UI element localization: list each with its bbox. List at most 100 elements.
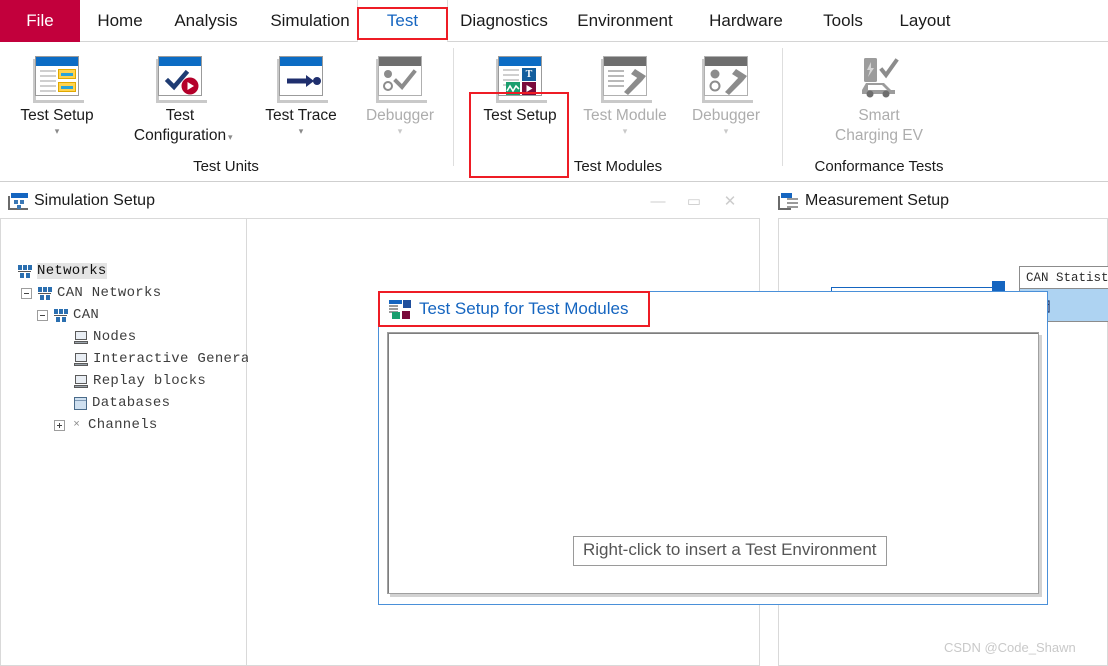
node-icon <box>74 330 88 344</box>
group-separator-2 <box>782 48 783 166</box>
menu-tab-analysis[interactable]: Analysis <box>160 0 252 42</box>
ribbon-label-test-module: Test Module <box>583 107 667 124</box>
menu-tab-test[interactable]: Test <box>357 0 448 42</box>
minimize-button[interactable]: — <box>640 184 676 218</box>
chevron-down-icon-debugger-modules: ▾ <box>723 126 729 136</box>
node-icon <box>74 352 88 366</box>
menu-tab-environment[interactable]: Environment <box>566 0 684 42</box>
tree-label: CAN <box>73 307 100 323</box>
test-setup-dialog-title-bar[interactable]: Test Setup for Test Modules <box>379 292 1047 326</box>
ribbon-button-debugger-units: Debugger ▾ <box>352 56 448 136</box>
menu-tab-layout[interactable]: Layout <box>886 0 964 42</box>
chevron-down-icon-test-setup-units[interactable]: ▾ <box>55 127 60 136</box>
ribbon-label-test-setup-units: Test Setup <box>20 107 94 124</box>
measurement-block-title: CAN Statistics <box>1020 267 1108 289</box>
tree-label: Networks <box>37 263 107 279</box>
tree-item-channels[interactable]: × Channels <box>54 415 158 435</box>
chevron-down-icon-debugger-units: ▾ <box>397 126 403 136</box>
network-icon <box>53 308 68 322</box>
test-trace-icon <box>277 56 328 103</box>
arrow-dot-glyph <box>287 75 321 87</box>
test-setup-dialog-canvas[interactable]: Right-click to insert a Test Environment <box>387 332 1039 594</box>
menu-tab-simulation[interactable]: Simulation <box>258 0 362 42</box>
network-icon <box>17 264 32 278</box>
menu-tab-file[interactable]: File <box>0 0 80 42</box>
ribbon-button-test-setup-units[interactable]: Test Setup ▾ <box>8 56 106 136</box>
test-setup-dialog-icon <box>389 300 411 319</box>
play-circle-icon <box>181 77 199 95</box>
tree-label: Interactive Genera <box>93 351 250 367</box>
menu-tab-home[interactable]: Home <box>88 0 152 42</box>
node-icon <box>74 374 88 388</box>
waveform-badge <box>506 82 520 95</box>
collapse-toggle-icon[interactable] <box>21 287 32 299</box>
debugger-units-icon <box>376 56 427 103</box>
application-window: File Home Analysis Simulation Test Diagn… <box>0 0 1108 666</box>
ribbon-button-debugger-modules: Debugger ▾ <box>678 56 774 136</box>
test-setup-dialog: Test Setup for Test Modules Right-click … <box>378 291 1048 605</box>
close-button[interactable]: ✕ <box>712 184 748 218</box>
smart-charging-ev-icon <box>855 56 903 100</box>
group-separator-1 <box>453 48 454 166</box>
menu-bar: File Home Analysis Simulation Test Diagn… <box>0 0 1108 42</box>
channel-icon: × <box>73 418 80 431</box>
tree-item-nodes[interactable]: Nodes <box>74 327 137 347</box>
letter-t-badge: T <box>522 68 536 81</box>
ribbon-label-debugger-units: Debugger <box>365 107 435 124</box>
ribbon-label-test-trace: Test Trace <box>265 107 337 124</box>
chevron-down-icon-test-trace[interactable]: ▾ <box>299 127 304 136</box>
debugger-modules-icon <box>702 56 753 103</box>
network-tree-panel[interactable]: Networks CAN Networks CAN Nodes Interact… <box>1 219 250 665</box>
tree-label: CAN Networks <box>57 285 162 301</box>
network-icon <box>37 286 52 300</box>
ribbon-button-test-setup-modules[interactable]: T Test Setup <box>470 56 570 126</box>
simulation-setup-window-icon <box>8 192 28 210</box>
empty-state-hint: Right-click to insert a Test Environment <box>573 536 887 566</box>
test-module-icon <box>601 56 652 103</box>
measurement-wire-segment <box>898 287 993 288</box>
test-configuration-icon <box>156 56 207 103</box>
ribbon-label-debugger-modules: Debugger <box>691 107 761 124</box>
measurement-setup-title-text: Measurement Setup <box>805 192 950 209</box>
chevron-down-icon-test-configuration[interactable]: ▾ <box>228 133 233 142</box>
ribbon-button-smart-charging-ev: Smart Charging EV <box>822 56 936 146</box>
tree-label: Replay blocks <box>93 373 207 389</box>
ribbon-label-smart-charging-ev: Smart Charging EV <box>835 107 923 144</box>
debug-check-glyph <box>383 69 417 91</box>
measurement-setup-window-icon <box>778 192 798 210</box>
hammer-icon <box>624 69 646 95</box>
menu-tab-diagnostics[interactable]: Diagnostics <box>450 0 558 42</box>
tree-item-networks[interactable]: Networks <box>17 261 107 281</box>
ev-charger-car-glyph <box>862 58 899 98</box>
measurement-setup-title-bar[interactable]: Measurement Setup <box>766 184 949 218</box>
play-badge <box>522 82 536 95</box>
tree-item-databases[interactable]: Databases <box>74 393 170 413</box>
ribbon-toolbar: Test Setup ▾ Test Configuration ▾ Test T… <box>0 42 1108 182</box>
tree-item-can-networks[interactable]: CAN Networks <box>21 283 161 303</box>
watermark-text: CSDN @Code_Shawn <box>944 640 1076 655</box>
tree-label: Nodes <box>93 329 137 345</box>
tree-label: Channels <box>88 417 158 433</box>
hammer-icon <box>725 69 747 95</box>
menu-tab-hardware[interactable]: Hardware <box>694 0 798 42</box>
tree-item-can[interactable]: CAN <box>37 305 99 325</box>
tree-label: Databases <box>92 395 171 411</box>
ribbon-label-test-setup-modules: Test Setup <box>483 107 557 124</box>
collapse-toggle-icon[interactable] <box>37 309 48 321</box>
test-setup-dialog-title-text: Test Setup for Test Modules <box>419 299 629 318</box>
expand-toggle-icon[interactable] <box>54 419 65 431</box>
test-setup-units-icon <box>33 56 84 103</box>
maximize-button[interactable]: ▭ <box>676 184 712 218</box>
ribbon-label-test-configuration: Test Configuration <box>133 107 227 144</box>
ribbon-group-label-test-units: Test Units <box>193 158 259 175</box>
tree-item-replay-blocks[interactable]: Replay blocks <box>74 371 206 391</box>
test-setup-modules-icon: T <box>496 56 547 103</box>
simulation-setup-title-bar[interactable]: Simulation Setup <box>0 184 155 218</box>
menu-tab-tools[interactable]: Tools <box>808 0 878 42</box>
tree-item-interactive-generator[interactable]: Interactive Genera <box>74 349 250 369</box>
database-icon <box>74 396 87 410</box>
ribbon-button-test-module: Test Module ▾ <box>573 56 677 136</box>
ribbon-button-test-trace[interactable]: Test Trace ▾ <box>253 56 349 136</box>
ribbon-button-test-configuration[interactable]: Test Configuration ▾ <box>110 56 250 146</box>
ribbon-group-label-test-modules: Test Modules <box>573 158 663 175</box>
